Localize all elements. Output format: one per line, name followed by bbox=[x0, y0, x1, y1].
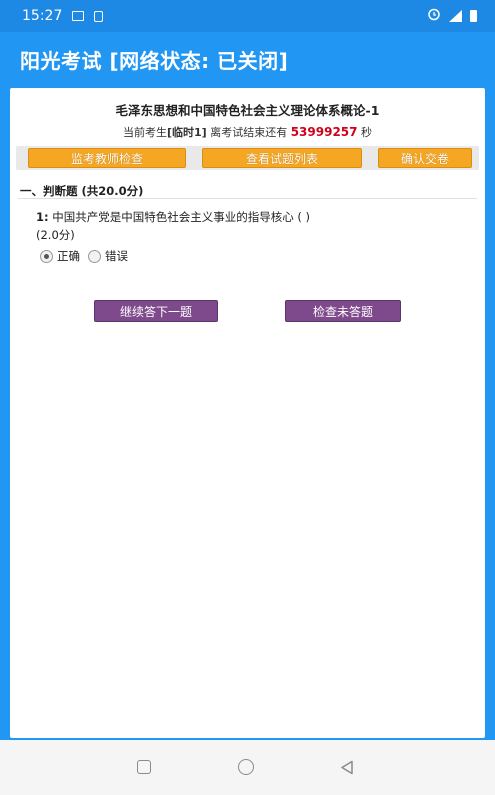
system-nav-bar bbox=[0, 740, 495, 795]
next-question-button[interactable]: 继续答下一题 bbox=[94, 300, 218, 322]
timer-unit: 秒 bbox=[361, 126, 372, 139]
sim-icon bbox=[94, 10, 104, 22]
exam-title: 毛泽东思想和中国特色社会主义理论体系概论-1 bbox=[115, 103, 380, 118]
timer-prefix: 当前考生 bbox=[122, 126, 167, 139]
section-divider bbox=[18, 198, 477, 199]
question-list-button[interactable]: 查看试题列表 bbox=[202, 148, 362, 168]
back-icon[interactable] bbox=[340, 760, 354, 779]
home-icon[interactable] bbox=[238, 759, 254, 775]
answer-options: 正确 错误 bbox=[40, 248, 136, 264]
check-unanswered-button[interactable]: 检查未答题 bbox=[285, 300, 401, 322]
proctor-check-button[interactable]: 监考教师检查 bbox=[28, 148, 186, 168]
app-bar: 阳光考试 [网络状态: 已关闭] bbox=[0, 32, 495, 86]
battery-icon bbox=[470, 10, 477, 22]
radio-true[interactable] bbox=[40, 249, 53, 263]
option-false[interactable]: 错误 bbox=[88, 248, 128, 264]
timer-line: 当前考生[临时1] 离考试结束还有 53999257 秒 bbox=[10, 124, 485, 140]
status-time: 15:27 bbox=[22, 8, 63, 24]
recents-icon[interactable] bbox=[137, 760, 151, 774]
question-score: (2.0分) bbox=[36, 228, 75, 242]
radio-false[interactable] bbox=[88, 249, 101, 263]
status-right bbox=[427, 7, 477, 25]
option-false-label: 错误 bbox=[105, 249, 128, 263]
student-name: [临时1] bbox=[166, 126, 207, 139]
signal-icon bbox=[449, 10, 462, 22]
question: 1: 中国共产党是中国特色社会主义事业的指导核心 ( ) (2.0分) bbox=[36, 208, 456, 244]
image-icon bbox=[72, 11, 85, 21]
status-bar: 15:27 bbox=[0, 0, 495, 32]
option-true[interactable]: 正确 bbox=[40, 248, 80, 264]
seconds-left: 53999257 bbox=[290, 125, 358, 139]
timer-middle: 离考试结束还有 bbox=[210, 126, 288, 139]
exam-toolbar: 监考教师检查 查看试题列表 确认交卷 bbox=[16, 146, 479, 170]
status-left: 15:27 bbox=[22, 8, 104, 24]
question-text: 中国共产党是中国特色社会主义事业的指导核心 ( ) bbox=[52, 210, 311, 224]
section-title: 一、判断题 (共20.0分) bbox=[20, 184, 144, 198]
submit-exam-button[interactable]: 确认交卷 bbox=[378, 148, 472, 168]
option-true-label: 正确 bbox=[57, 249, 80, 263]
alarm-icon bbox=[427, 7, 441, 25]
exam-panel: 毛泽东思想和中国特色社会主义理论体系概论-1 当前考生[临时1] 离考试结束还有… bbox=[10, 88, 485, 738]
app-title: 阳光考试 [网络状态: 已关闭] bbox=[20, 48, 289, 73]
question-number: 1: bbox=[36, 210, 49, 224]
